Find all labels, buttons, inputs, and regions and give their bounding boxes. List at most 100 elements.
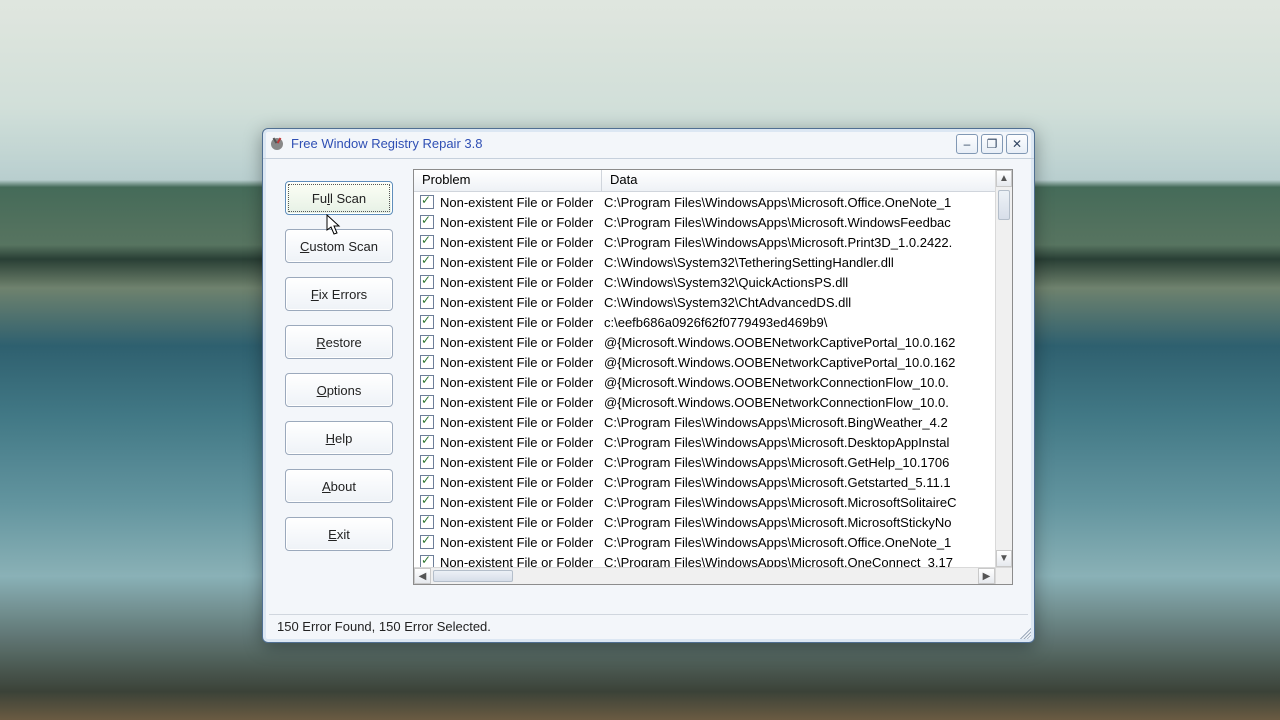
table-row[interactable]: Non-existent File or FolderC:\Program Fi… (414, 512, 995, 532)
row-checkbox[interactable] (420, 275, 434, 289)
table-row[interactable]: Non-existent File or FolderC:\Program Fi… (414, 232, 995, 252)
client-area: Full Scan Custom Scan Fix Errors Restore… (271, 165, 1026, 612)
row-problem: Non-existent File or Folder (440, 455, 604, 470)
table-row[interactable]: Non-existent File or FolderC:\Program Fi… (414, 192, 995, 212)
vertical-scrollbar[interactable]: ▲ ▼ (995, 170, 1012, 567)
row-problem: Non-existent File or Folder (440, 215, 604, 230)
horizontal-scrollbar[interactable]: ◀ ▶ (414, 567, 995, 584)
row-checkbox[interactable] (420, 355, 434, 369)
row-problem: Non-existent File or Folder (440, 335, 604, 350)
table-row[interactable]: Non-existent File or FolderC:\Program Fi… (414, 492, 995, 512)
scroll-right-icon[interactable]: ▶ (978, 568, 995, 584)
table-row[interactable]: Non-existent File or FolderC:\Program Fi… (414, 212, 995, 232)
column-data[interactable]: Data (602, 170, 1012, 191)
maximize-button[interactable]: ❐ (981, 134, 1003, 154)
desktop-background: Free Window Registry Repair 3.8 – ❐ ✕ Fu… (0, 0, 1280, 720)
row-data: @{Microsoft.Windows.OOBENetworkConnectio… (604, 375, 995, 390)
row-data: C:\Program Files\WindowsApps\Microsoft.G… (604, 455, 995, 470)
status-bar: 150 Error Found, 150 Error Selected. (269, 614, 1028, 638)
fix-errors-button[interactable]: Fix Errors (285, 277, 393, 311)
exit-button[interactable]: Exit (285, 517, 393, 551)
row-checkbox[interactable] (420, 475, 434, 489)
row-checkbox[interactable] (420, 395, 434, 409)
row-problem: Non-existent File or Folder (440, 415, 604, 430)
row-checkbox[interactable] (420, 295, 434, 309)
status-text: 150 Error Found, 150 Error Selected. (277, 619, 491, 634)
row-checkbox[interactable] (420, 235, 434, 249)
table-row[interactable]: Non-existent File or FolderC:\Program Fi… (414, 432, 995, 452)
row-checkbox[interactable] (420, 375, 434, 389)
options-button[interactable]: Options (285, 373, 393, 407)
row-problem: Non-existent File or Folder (440, 375, 604, 390)
table-row[interactable]: Non-existent File or Folder@{Microsoft.W… (414, 392, 995, 412)
full-scan-button[interactable]: Full Scan (285, 181, 393, 215)
table-row[interactable]: Non-existent File or FolderC:\Program Fi… (414, 552, 995, 567)
scroll-thumb[interactable] (998, 190, 1010, 220)
table-row[interactable]: Non-existent File or FolderC:\Windows\Sy… (414, 272, 995, 292)
row-checkbox[interactable] (420, 455, 434, 469)
row-data: C:\Program Files\WindowsApps\Microsoft.M… (604, 495, 995, 510)
row-checkbox[interactable] (420, 495, 434, 509)
row-checkbox[interactable] (420, 555, 434, 567)
app-window: Free Window Registry Repair 3.8 – ❐ ✕ Fu… (262, 128, 1035, 643)
row-data: @{Microsoft.Windows.OOBENetworkCaptivePo… (604, 335, 995, 350)
table-row[interactable]: Non-existent File or Folderc:\eefb686a09… (414, 312, 995, 332)
row-checkbox[interactable] (420, 315, 434, 329)
results-list: Problem Data Non-existent File or Folder… (413, 169, 1013, 585)
row-problem: Non-existent File or Folder (440, 255, 604, 270)
table-row[interactable]: Non-existent File or FolderC:\Program Fi… (414, 532, 995, 552)
row-checkbox[interactable] (420, 215, 434, 229)
row-checkbox[interactable] (420, 415, 434, 429)
row-data: @{Microsoft.Windows.OOBENetworkCaptivePo… (604, 355, 995, 370)
row-problem: Non-existent File or Folder (440, 235, 604, 250)
table-row[interactable]: Non-existent File or FolderC:\Program Fi… (414, 412, 995, 432)
table-row[interactable]: Non-existent File or Folder@{Microsoft.W… (414, 372, 995, 392)
about-button[interactable]: About (285, 469, 393, 503)
row-data: c:\eefb686a0926f62f0779493ed469b9\ (604, 315, 995, 330)
column-problem[interactable]: Problem (414, 170, 602, 191)
table-row[interactable]: Non-existent File or FolderC:\Windows\Sy… (414, 292, 995, 312)
row-problem: Non-existent File or Folder (440, 195, 604, 210)
minimize-button[interactable]: – (956, 134, 978, 154)
sidebar: Full Scan Custom Scan Fix Errors Restore… (285, 181, 397, 565)
row-data: C:\Windows\System32\ChtAdvancedDS.dll (604, 295, 995, 310)
row-data: C:\Program Files\WindowsApps\Microsoft.D… (604, 435, 995, 450)
resize-grip[interactable] (1017, 625, 1031, 639)
title-bar[interactable]: Free Window Registry Repair 3.8 – ❐ ✕ (263, 129, 1034, 159)
row-problem: Non-existent File or Folder (440, 315, 604, 330)
hscroll-thumb[interactable] (433, 570, 513, 582)
scroll-down-icon[interactable]: ▼ (996, 550, 1012, 567)
table-row[interactable]: Non-existent File or FolderC:\Program Fi… (414, 472, 995, 492)
close-button[interactable]: ✕ (1006, 134, 1028, 154)
scroll-corner (995, 567, 1012, 584)
row-checkbox[interactable] (420, 515, 434, 529)
scroll-up-icon[interactable]: ▲ (996, 170, 1012, 187)
custom-scan-button[interactable]: Custom Scan (285, 229, 393, 263)
window-title: Free Window Registry Repair 3.8 (291, 136, 956, 151)
row-checkbox[interactable] (420, 255, 434, 269)
row-problem: Non-existent File or Folder (440, 295, 604, 310)
row-data: C:\Windows\System32\TetheringSettingHand… (604, 255, 995, 270)
table-row[interactable]: Non-existent File or Folder@{Microsoft.W… (414, 352, 995, 372)
row-checkbox[interactable] (420, 195, 434, 209)
row-problem: Non-existent File or Folder (440, 515, 604, 530)
row-data: C:\Program Files\WindowsApps\Microsoft.M… (604, 515, 995, 530)
row-data: C:\Program Files\WindowsApps\Microsoft.P… (604, 235, 995, 250)
row-checkbox[interactable] (420, 335, 434, 349)
row-data: C:\Program Files\WindowsApps\Microsoft.W… (604, 215, 995, 230)
row-data: C:\Windows\System32\QuickActionsPS.dll (604, 275, 995, 290)
row-checkbox[interactable] (420, 535, 434, 549)
table-row[interactable]: Non-existent File or FolderC:\Program Fi… (414, 452, 995, 472)
row-checkbox[interactable] (420, 435, 434, 449)
scroll-left-icon[interactable]: ◀ (414, 568, 431, 584)
table-row[interactable]: Non-existent File or Folder@{Microsoft.W… (414, 332, 995, 352)
row-data: @{Microsoft.Windows.OOBENetworkConnectio… (604, 395, 995, 410)
table-row[interactable]: Non-existent File or FolderC:\Windows\Sy… (414, 252, 995, 272)
row-problem: Non-existent File or Folder (440, 475, 604, 490)
app-icon (269, 136, 285, 152)
row-data: C:\Program Files\WindowsApps\Microsoft.O… (604, 535, 995, 550)
restore-button[interactable]: Restore (285, 325, 393, 359)
list-body[interactable]: Non-existent File or FolderC:\Program Fi… (414, 192, 995, 567)
row-problem: Non-existent File or Folder (440, 395, 604, 410)
help-button[interactable]: Help (285, 421, 393, 455)
